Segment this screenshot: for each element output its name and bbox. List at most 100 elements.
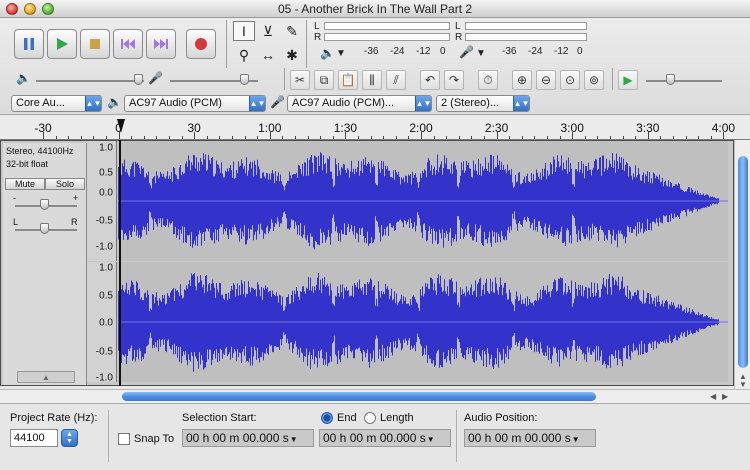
length-radio[interactable] — [364, 412, 376, 424]
ruler-minor-tick — [484, 136, 485, 139]
ruler-minor-tick — [106, 136, 107, 139]
output-volume-icon: 🔈 — [16, 71, 31, 85]
play-speed-thumb[interactable] — [666, 74, 675, 85]
project-rate-label: Project Rate (Hz): — [10, 412, 98, 424]
output-volume-slider[interactable] — [36, 80, 144, 82]
mute-button[interactable]: Mute — [5, 178, 45, 190]
snap-to-checkbox[interactable] — [118, 433, 130, 445]
play-at-speed-button[interactable]: ▶ — [618, 70, 638, 90]
redo-icon: ↷ — [448, 73, 460, 87]
zoom-tool[interactable]: ⚲ — [233, 45, 255, 65]
scale-label: -0.5 — [95, 215, 113, 227]
trim-icon: ⫼ — [369, 72, 375, 87]
trim-button[interactable]: ⫼ — [362, 70, 382, 90]
ruler-minor-tick — [547, 136, 548, 139]
scroll-left-arrow[interactable]: ◀ — [710, 392, 716, 401]
ruler-major-tick — [118, 132, 120, 139]
sync-lock-button[interactable]: ⏱ — [478, 70, 498, 90]
output-device-value: AC97 Audio (PCM) — [129, 97, 222, 109]
zoom-out-icon: ⊖ — [540, 73, 552, 87]
microphone-icon: 🎤 — [459, 45, 474, 59]
skip-to-start-button[interactable] — [113, 29, 143, 59]
waveform-right-channel[interactable] — [118, 262, 728, 382]
skip-start-icon — [121, 39, 135, 49]
silence-button[interactable]: ⫽ — [386, 70, 406, 90]
play-button[interactable] — [47, 29, 77, 59]
project-rate-input[interactable]: 44100 — [10, 429, 58, 447]
envelope-tool-glyph: ⊻ — [262, 22, 274, 39]
audio-position-value: 00 h 00 m 00.000 s — [468, 431, 571, 445]
fit-selection-button[interactable]: ⊙ — [560, 70, 580, 90]
chevron-updown-icon: ▲▼ — [513, 96, 529, 111]
skip-to-end-button[interactable] — [146, 29, 176, 59]
audio-position-label: Audio Position: — [464, 412, 538, 424]
meter-right-label: R — [455, 32, 463, 43]
toolbar-separator — [612, 68, 613, 90]
timeline-ruler[interactable]: -30 0 30 1:00 1:30 2:00 2:30 3:00 3:30 4:00 — [0, 115, 750, 140]
ruler-minor-tick — [471, 136, 473, 139]
project-rate-stepper[interactable]: ▲ ▼ — [61, 429, 78, 447]
gain-thumb[interactable] — [40, 199, 49, 210]
draw-tool[interactable]: ✎ — [281, 21, 303, 41]
input-volume-icon: 🎤 — [148, 71, 163, 85]
zoom-in-button[interactable]: ⊕ — [512, 70, 532, 90]
input-volume-thumb[interactable] — [240, 74, 249, 85]
undo-button[interactable]: ↶ — [420, 70, 440, 90]
draw-tool-glyph: ✎ — [286, 22, 298, 39]
ruler-minor-tick — [698, 136, 700, 139]
ruler-minor-tick — [433, 136, 435, 139]
host-select[interactable]: Core Au... ▲▼ — [11, 95, 102, 112]
vertical-scroll-thumb[interactable] — [738, 156, 748, 368]
recording-meter-dropdown[interactable]: ▼ — [476, 48, 486, 59]
fit-project-button[interactable]: ⊚ — [584, 70, 604, 90]
end-radio[interactable] — [321, 412, 333, 424]
ruler-minor-tick — [685, 136, 687, 139]
output-volume-thumb[interactable] — [134, 74, 143, 85]
audio-position-field[interactable]: 00 h 00 m 00.000 s▼ — [464, 429, 596, 447]
playhead-marker[interactable] — [117, 119, 125, 133]
scroll-down-arrow[interactable]: ▼ — [739, 380, 747, 389]
meter-left-label: L — [314, 21, 320, 32]
redo-button[interactable]: ↷ — [444, 70, 464, 90]
pause-button[interactable] — [14, 29, 44, 59]
selection-tool[interactable]: I — [233, 21, 255, 41]
fit-project-icon: ⊚ — [588, 73, 600, 87]
play-speed-slider[interactable] — [646, 80, 722, 82]
input-device-select[interactable]: AC97 Audio (PCM)... ▲▼ — [287, 95, 432, 112]
playback-meter-dropdown[interactable]: ▼ — [336, 48, 346, 59]
output-device-select[interactable]: AC97 Audio (PCM) ▲▼ — [124, 95, 266, 112]
scale-label: 0.5 — [99, 290, 113, 302]
paste-button[interactable]: 📋 — [338, 70, 358, 90]
ruler-minor-tick — [559, 136, 561, 139]
waveform-right-svg — [118, 272, 728, 372]
scroll-right-arrow[interactable]: ▶ — [722, 392, 728, 401]
vertical-scrollbar[interactable]: ▲ ▼ — [734, 140, 750, 390]
scale-label: 0 — [440, 46, 446, 57]
scale-label: 1.0 — [99, 262, 113, 274]
play-icon: ▶ — [623, 73, 633, 87]
horizontal-scrollbar[interactable]: ◀ ▶ — [0, 389, 750, 403]
stop-button[interactable] — [80, 29, 110, 59]
collapse-track-button[interactable]: ▲ — [17, 371, 75, 383]
envelope-tool[interactable]: ⊻ — [257, 21, 279, 41]
solo-button[interactable]: Solo — [45, 178, 85, 190]
copy-button[interactable]: ⧉ — [314, 70, 334, 90]
zoom-out-button[interactable]: ⊖ — [536, 70, 556, 90]
waveform-left-svg — [118, 152, 728, 250]
ruler-minor-tick — [206, 136, 208, 139]
waveform-left-channel[interactable] — [118, 141, 728, 261]
selection-tool-glyph: I — [242, 23, 246, 39]
selection-end-field[interactable]: 00 h 00 m 00.000 s▼ — [319, 429, 451, 447]
chevron-down-icon: ▼ — [426, 435, 435, 444]
cut-button[interactable]: ✂ — [290, 70, 310, 90]
channels-select[interactable]: 2 (Stereo)... ▲▼ — [436, 95, 530, 112]
timeshift-tool[interactable]: ↔ — [257, 45, 279, 65]
multi-tool[interactable]: ✱ — [281, 45, 303, 65]
selection-end-value: 00 h 00 m 00.000 s — [323, 431, 426, 445]
toolbar-area: I ⊻ ✎ ⚲ ↔ ✱ L R 🔈 ▼ -36 -24 -12 0 L R 🎤 … — [0, 18, 750, 115]
horizontal-scroll-thumb[interactable] — [122, 392, 596, 401]
ruler-minor-tick — [521, 136, 523, 139]
pan-thumb[interactable] — [40, 223, 49, 234]
record-button[interactable] — [186, 29, 216, 59]
selection-start-field[interactable]: 00 h 00 m 00.000 s▼ — [182, 429, 314, 447]
